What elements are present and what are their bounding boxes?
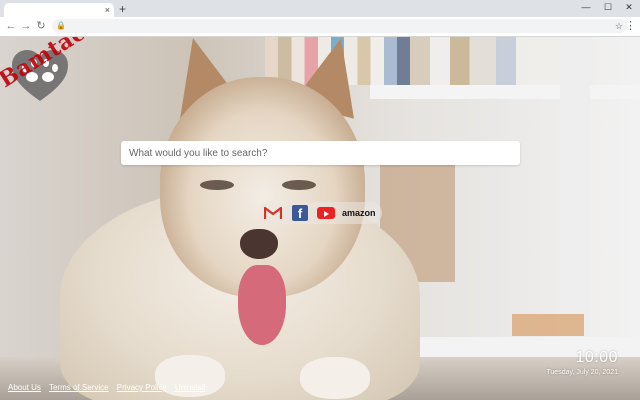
- uninstall-link[interactable]: Uninstall: [175, 383, 206, 392]
- bookmark-star-icon[interactable]: ☆: [615, 19, 623, 33]
- dog-eye: [282, 180, 316, 190]
- clock-time: 10:00: [575, 349, 618, 366]
- about-us-link[interactable]: About Us: [8, 383, 41, 392]
- close-tab-icon[interactable]: ×: [105, 3, 110, 17]
- back-icon[interactable]: ←: [5, 19, 17, 33]
- dog-paw: [300, 357, 370, 399]
- dog-nose: [240, 229, 278, 259]
- background-shelf-post: [560, 37, 590, 337]
- dog-head: [160, 77, 365, 297]
- youtube-icon[interactable]: [317, 207, 335, 219]
- new-tab-page: Bamtacs66 f amazon 10:00 Tuesday, July 2…: [0, 37, 640, 400]
- clock-date: Tuesday, July 20, 2021: [546, 369, 618, 376]
- reload-icon[interactable]: ↻: [35, 19, 47, 33]
- privacy-link[interactable]: Privacy Policy: [117, 383, 167, 392]
- amazon-icon[interactable]: amazon: [342, 205, 376, 221]
- background-block: [512, 314, 584, 336]
- active-tab[interactable]: ×: [4, 3, 114, 17]
- footer-links: About Us Terms of Service Privacy Policy…: [8, 383, 212, 392]
- background-shelf: [370, 85, 640, 99]
- new-tab-button[interactable]: +: [119, 2, 126, 16]
- forward-icon[interactable]: →: [20, 19, 32, 33]
- search-input[interactable]: [121, 141, 520, 165]
- minimize-icon[interactable]: —: [579, 1, 593, 13]
- terms-link[interactable]: Terms of Service: [49, 383, 109, 392]
- dog-tongue: [238, 265, 286, 345]
- lock-icon: 🔒: [56, 21, 66, 30]
- tab-strip: × + — ☐ ✕: [0, 0, 640, 17]
- quick-links: f amazon: [258, 202, 382, 224]
- close-window-icon[interactable]: ✕: [622, 1, 636, 13]
- maximize-icon[interactable]: ☐: [601, 1, 615, 13]
- facebook-icon[interactable]: f: [292, 205, 308, 221]
- dog-eye: [200, 180, 234, 190]
- browser-toolbar: ← → ↻ 🔒 ☆ ⋮: [0, 17, 640, 37]
- gmail-icon[interactable]: [264, 205, 282, 221]
- menu-icon[interactable]: ⋮: [625, 19, 636, 33]
- address-bar[interactable]: 🔒 ☆: [52, 19, 627, 33]
